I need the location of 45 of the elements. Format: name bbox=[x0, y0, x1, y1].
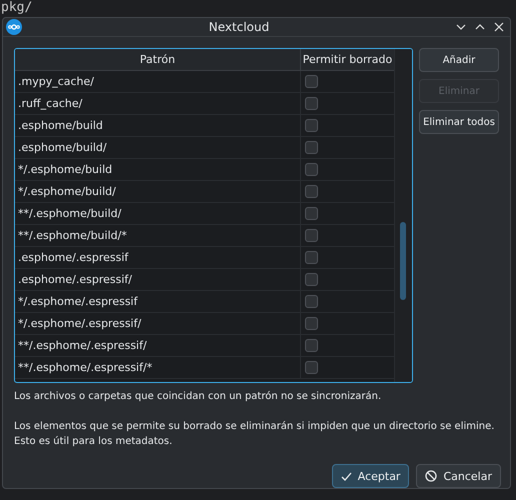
checkbox[interactable] bbox=[305, 229, 318, 242]
info-text: Los elementos que se permite su borrado se eliminarán si impiden que un directorio se elimine. Esto es útil para los metadatos. bbox=[14, 420, 496, 449]
cancel-button[interactable]: Cancelar bbox=[416, 464, 501, 488]
table-cell: .mypy_cache/ bbox=[15, 71, 301, 92]
checkbox[interactable] bbox=[305, 339, 318, 352]
checkbox[interactable] bbox=[305, 251, 318, 264]
maximize-icon[interactable] bbox=[475, 22, 485, 32]
minimize-icon[interactable] bbox=[456, 22, 466, 32]
app-logo-icon bbox=[6, 19, 22, 35]
table-cell: */.esphome/.espressif/ bbox=[15, 313, 301, 334]
check-icon bbox=[340, 472, 352, 480]
checkbox[interactable] bbox=[305, 141, 318, 154]
code-line: pkg/ bbox=[1, 0, 32, 15]
checkbox[interactable] bbox=[305, 295, 318, 308]
column-header[interactable]: Permitir borrado bbox=[301, 49, 394, 70]
checkbox[interactable] bbox=[305, 75, 318, 88]
column-header[interactable]: Patrón bbox=[15, 49, 301, 70]
checkbox[interactable] bbox=[305, 207, 318, 220]
table-cell: .esphome/build bbox=[15, 115, 301, 136]
table-cell: **/.esphome/.espressif/ bbox=[15, 335, 301, 356]
action-button[interactable]: Añadir bbox=[419, 48, 499, 72]
table-cell: */.esphome/build bbox=[15, 159, 301, 180]
window-title: Nextcloud bbox=[208, 20, 270, 34]
cancel-icon bbox=[425, 470, 438, 482]
checkbox[interactable] bbox=[305, 97, 318, 110]
table-cell: **/.esphome/build/ bbox=[15, 203, 301, 224]
scrollbar[interactable] bbox=[394, 49, 412, 382]
checkbox[interactable] bbox=[305, 273, 318, 286]
accept-button[interactable]: Aceptar bbox=[332, 464, 410, 488]
checkbox[interactable] bbox=[305, 185, 318, 198]
checkbox[interactable] bbox=[305, 317, 318, 330]
checkbox[interactable] bbox=[305, 163, 318, 176]
table-cell: */.esphome/build/ bbox=[15, 181, 301, 202]
table-cell: **/.esphome/.espressif/* bbox=[15, 357, 301, 378]
checkbox[interactable] bbox=[305, 119, 318, 132]
table-cell: .esphome/build/ bbox=[15, 137, 301, 158]
table-cell: **/.esphome/build/* bbox=[15, 225, 301, 246]
table-cell: */.esphome/.espressif bbox=[15, 291, 301, 312]
info-text: Los archivos o carpetas que coincidan con un patrón no se sincronizarán. bbox=[14, 390, 382, 404]
table-cell: .esphome/.espressif bbox=[15, 247, 301, 268]
action-button[interactable]: Eliminar todos bbox=[419, 110, 499, 134]
table-cell: .ruff_cache/ bbox=[15, 93, 301, 114]
table-cell: .esphome/.espressif/ bbox=[15, 269, 301, 290]
checkbox[interactable] bbox=[305, 361, 318, 374]
close-icon[interactable] bbox=[494, 22, 504, 32]
